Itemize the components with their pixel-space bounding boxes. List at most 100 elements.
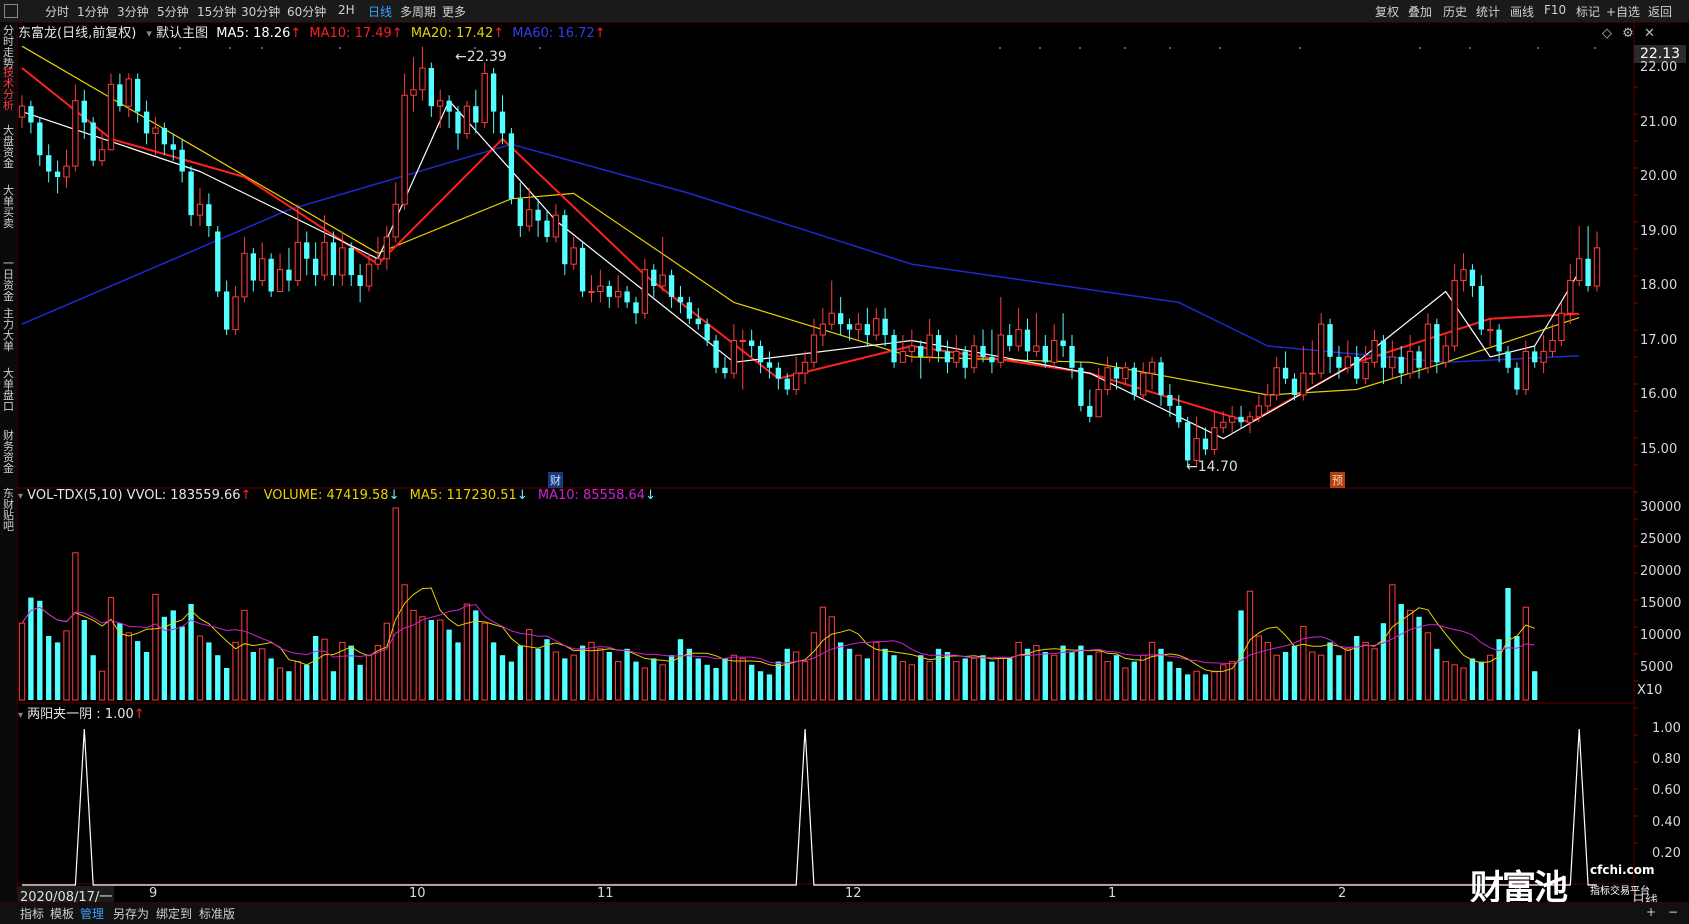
volume-bar bbox=[1060, 645, 1066, 700]
candle-body bbox=[304, 242, 310, 259]
volume-bar bbox=[1113, 655, 1120, 700]
candle-body bbox=[1442, 345, 1449, 363]
volume-bar bbox=[276, 667, 284, 701]
up-arrow-icon: ↑ bbox=[493, 26, 505, 41]
candle-body bbox=[1336, 356, 1342, 368]
event-dot bbox=[1079, 47, 1081, 49]
candle-body bbox=[1193, 438, 1200, 461]
volume-bar bbox=[383, 622, 390, 701]
volume-bar bbox=[1442, 661, 1449, 701]
candle-body bbox=[1185, 422, 1191, 461]
volume-bar bbox=[1246, 590, 1254, 701]
candle-body bbox=[286, 269, 292, 281]
volume-bar bbox=[321, 638, 328, 701]
volume-bar bbox=[1158, 648, 1164, 700]
volume-bar bbox=[259, 648, 266, 701]
candle-body bbox=[1344, 356, 1352, 369]
candle-body bbox=[953, 350, 960, 363]
volume-bar bbox=[766, 674, 773, 700]
volume-bar bbox=[1007, 658, 1013, 700]
volume-unit: X10 bbox=[1637, 683, 1663, 698]
price-tick: 15.00 bbox=[1640, 441, 1678, 457]
settings-icon[interactable]: ⚙ bbox=[1622, 26, 1634, 41]
event-dot bbox=[1594, 47, 1596, 49]
low-price-value: 14.70 bbox=[1197, 459, 1238, 475]
chart-area[interactable] bbox=[0, 0, 1689, 902]
forecast-marker[interactable]: 预 bbox=[1330, 472, 1345, 488]
candle-body bbox=[37, 122, 43, 156]
candle-body bbox=[1540, 350, 1547, 363]
volume-bar bbox=[1354, 636, 1360, 700]
volume-bar bbox=[784, 648, 790, 700]
candle-body bbox=[1406, 350, 1414, 374]
collapse-icon[interactable]: ▾ bbox=[18, 710, 23, 721]
bottom-button-5[interactable]: 标准版 bbox=[199, 905, 235, 922]
collapse-icon[interactable]: ▾ bbox=[18, 491, 23, 502]
candle-body bbox=[810, 334, 818, 363]
chevron-down-icon[interactable]: ▾ bbox=[146, 27, 152, 40]
candle-body bbox=[46, 155, 52, 172]
candle-body bbox=[1532, 351, 1538, 363]
candle-body bbox=[704, 324, 710, 341]
volume-bar bbox=[1095, 651, 1102, 701]
diamond-icon[interactable]: ◇ bbox=[1602, 26, 1612, 41]
candle-body bbox=[1078, 367, 1084, 406]
candle-body bbox=[944, 351, 951, 363]
volume-bar bbox=[446, 629, 452, 700]
volume-bar bbox=[152, 593, 159, 701]
candle-body bbox=[1220, 421, 1227, 429]
candle-body bbox=[748, 340, 755, 346]
candle-body bbox=[223, 291, 230, 330]
candle-body bbox=[473, 106, 479, 123]
vol-ma10-label: MA10: 85558.64 bbox=[537, 488, 646, 503]
indicator-tick: 0.20 bbox=[1652, 845, 1681, 861]
candle-body bbox=[677, 296, 684, 303]
finance-marker[interactable]: 财 bbox=[548, 472, 563, 488]
bottom-button-1[interactable]: 模板 bbox=[50, 905, 74, 922]
up-arrow-icon: ↑ bbox=[133, 707, 145, 722]
bottom-button-3[interactable]: 另存为 bbox=[113, 905, 149, 922]
volume-bar bbox=[997, 657, 1004, 701]
volume-bar bbox=[1514, 636, 1520, 700]
candle-body bbox=[1264, 394, 1271, 407]
volume-tick: 30000 bbox=[1640, 500, 1682, 515]
indicator-line bbox=[22, 728, 1597, 886]
volume-tick: 5000 bbox=[1640, 660, 1674, 675]
zoom-in-button[interactable]: + bbox=[1646, 905, 1656, 919]
candle-body bbox=[784, 378, 790, 390]
volume-bar bbox=[651, 658, 657, 700]
volume-bar bbox=[873, 641, 880, 701]
zoom-out-button[interactable]: − bbox=[1668, 905, 1678, 919]
candle-body bbox=[1202, 438, 1209, 450]
volume-bar bbox=[1406, 609, 1414, 701]
up-arrow-icon: ↑ bbox=[391, 26, 403, 41]
volume-bar bbox=[792, 651, 800, 701]
candle-body bbox=[276, 269, 284, 292]
candle-body bbox=[1095, 389, 1102, 418]
close-icon[interactable]: ✕ bbox=[1644, 26, 1655, 41]
candle-body bbox=[1273, 367, 1280, 396]
candle-body bbox=[1229, 416, 1236, 423]
candle-body bbox=[63, 165, 70, 178]
bottom-button-0[interactable]: 指标 bbox=[20, 905, 44, 922]
candle-body bbox=[989, 356, 995, 363]
volume-bar bbox=[606, 652, 612, 700]
volume-bar bbox=[953, 661, 960, 701]
candle-body bbox=[152, 127, 159, 134]
bottom-button-2[interactable]: 管理 bbox=[80, 905, 104, 922]
volume-bar bbox=[1309, 651, 1316, 701]
volume-bar bbox=[882, 648, 888, 700]
candle-body bbox=[1354, 356, 1360, 379]
event-dot bbox=[1419, 47, 1421, 49]
candle-body bbox=[463, 105, 471, 134]
candle-body bbox=[1505, 351, 1511, 368]
bottom-button-4[interactable]: 绑定到 bbox=[156, 905, 192, 922]
candle-body bbox=[757, 345, 764, 363]
candle-body bbox=[490, 73, 497, 112]
volume-bar bbox=[1015, 641, 1022, 701]
volume-bar bbox=[730, 654, 738, 701]
template-label[interactable]: 默认主图 bbox=[156, 26, 208, 41]
up-arrow-icon: ↑ bbox=[594, 26, 606, 41]
candle-body bbox=[615, 290, 622, 298]
vol-title: VOL-TDX(5,10) bbox=[27, 488, 123, 503]
